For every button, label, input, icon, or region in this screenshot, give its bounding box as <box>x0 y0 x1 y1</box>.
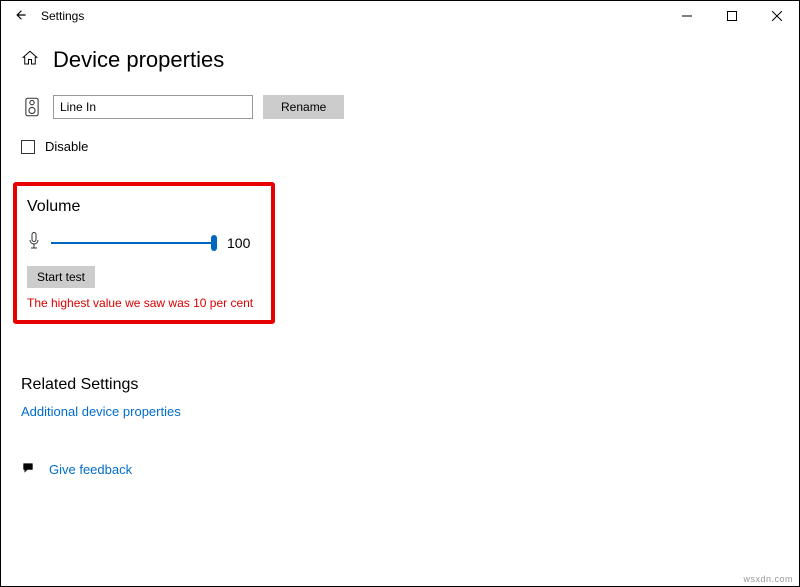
test-status-text: The highest value we saw was 10 per cent <box>27 296 257 310</box>
arrow-left-icon <box>14 8 28 22</box>
disable-checkbox[interactable] <box>21 140 35 154</box>
additional-device-properties-link[interactable]: Additional device properties <box>21 404 779 419</box>
home-icon[interactable] <box>21 49 39 72</box>
device-icon <box>21 96 43 118</box>
volume-section-highlight: Volume 100 Start test The highest value … <box>13 182 275 324</box>
disable-row: Disable <box>21 139 779 154</box>
feedback-icon <box>21 461 35 478</box>
start-test-button[interactable]: Start test <box>27 266 95 288</box>
watermark: wsxdn.com <box>743 574 793 584</box>
maximize-icon <box>727 11 737 21</box>
volume-slider-thumb[interactable] <box>211 235 217 251</box>
volume-row: 100 <box>27 232 257 254</box>
page-header: Device properties <box>21 47 779 73</box>
maximize-button[interactable] <box>709 2 754 30</box>
microphone-icon <box>27 232 41 254</box>
minimize-icon <box>682 11 692 21</box>
back-button[interactable] <box>9 8 33 25</box>
disable-label: Disable <box>45 139 88 154</box>
volume-value: 100 <box>227 235 250 251</box>
window-title: Settings <box>33 9 84 23</box>
feedback-row: Give feedback <box>21 461 779 478</box>
rename-button[interactable]: Rename <box>263 95 344 119</box>
related-settings-title: Related Settings <box>21 376 779 394</box>
device-name-row: Rename <box>21 95 779 119</box>
page-title: Device properties <box>53 47 224 73</box>
minimize-button[interactable] <box>664 2 709 30</box>
device-name-input[interactable] <box>53 95 253 119</box>
window-controls <box>664 2 799 30</box>
close-icon <box>772 11 782 21</box>
volume-slider[interactable] <box>51 242 211 244</box>
related-settings-section: Related Settings Additional device prope… <box>21 376 779 419</box>
close-button[interactable] <box>754 2 799 30</box>
volume-title: Volume <box>27 198 257 216</box>
titlebar: Settings <box>1 1 799 31</box>
give-feedback-link[interactable]: Give feedback <box>49 462 132 477</box>
